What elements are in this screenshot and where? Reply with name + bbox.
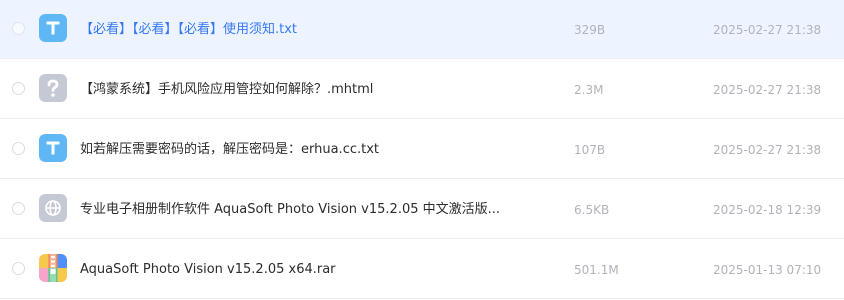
file-row[interactable]: 如若解压需要密码的话，解压密码是：erhua.cc.txt 107B 2025-… [0, 120, 844, 179]
file-size: 329B [574, 23, 606, 37]
file-size: 6.5KB [574, 203, 610, 217]
archive-file-icon [39, 254, 67, 282]
file-size: 107B [574, 143, 606, 157]
file-name[interactable]: 如若解压需要密码的话，解压密码是：erhua.cc.txt [80, 120, 379, 179]
row-checkbox[interactable] [12, 202, 25, 215]
row-checkbox[interactable] [12, 22, 25, 35]
row-checkbox[interactable] [12, 262, 25, 275]
file-date: 2025-02-18 12:39 [713, 203, 822, 217]
text-file-icon [39, 134, 67, 162]
file-row[interactable]: 【必看】【必看】【必看】使用须知.txt 329B 2025-02-27 21:… [0, 0, 844, 59]
file-date: 2025-02-27 21:38 [713, 143, 822, 157]
row-checkbox[interactable] [12, 142, 25, 155]
file-name[interactable]: 专业电子相册制作软件 AquaSoft Photo Vision v15.2.0… [80, 180, 500, 239]
file-row[interactable]: AquaSoft Photo Vision v15.2.05 x64.rar 5… [0, 240, 844, 299]
web-link-file-icon [39, 194, 67, 222]
file-size: 2.3M [574, 83, 604, 97]
file-date: 2025-01-13 07:10 [713, 263, 822, 277]
file-name[interactable]: AquaSoft Photo Vision v15.2.05 x64.rar [80, 240, 336, 299]
file-date: 2025-02-27 21:38 [713, 23, 822, 37]
unknown-file-icon [39, 74, 67, 102]
file-row[interactable]: 【鸿蒙系统】手机风险应用管控如何解除？.mhtml 2.3M 2025-02-2… [0, 60, 844, 119]
row-checkbox[interactable] [12, 82, 25, 95]
file-row[interactable]: 专业电子相册制作软件 AquaSoft Photo Vision v15.2.0… [0, 180, 844, 239]
file-name[interactable]: 【鸿蒙系统】手机风险应用管控如何解除？.mhtml [80, 60, 373, 119]
text-file-icon [39, 14, 67, 42]
file-date: 2025-02-27 21:38 [713, 83, 822, 97]
file-name[interactable]: 【必看】【必看】【必看】使用须知.txt [80, 0, 297, 59]
file-list: 【必看】【必看】【必看】使用须知.txt 329B 2025-02-27 21:… [0, 0, 844, 300]
file-size: 501.1M [574, 263, 619, 277]
